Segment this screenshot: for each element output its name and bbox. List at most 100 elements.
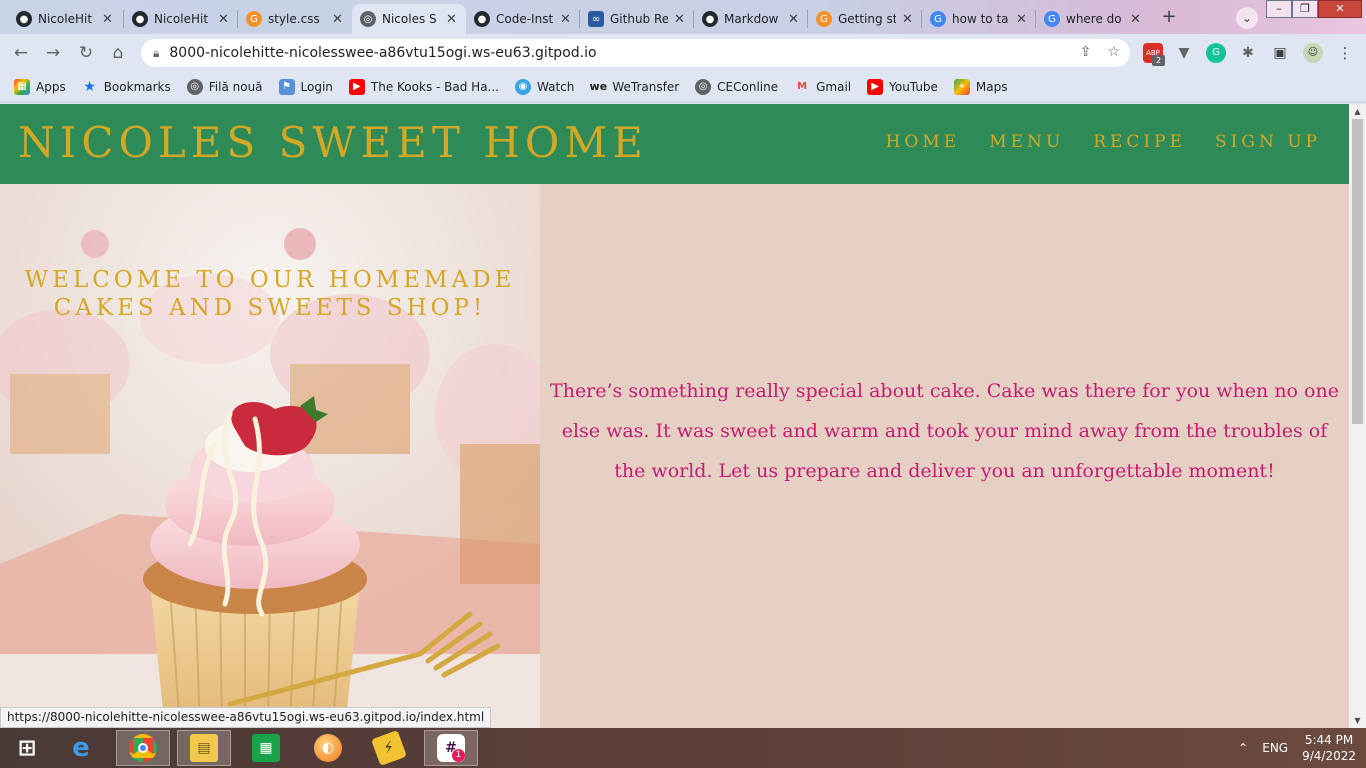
close-icon[interactable]: ✕ [902, 12, 914, 27]
taskbar-app[interactable]: ⚡ [362, 730, 416, 766]
bookmark-ceconline[interactable]: ◎ CEConline [695, 78, 778, 95]
lock-icon[interactable]: 🔒︎ [153, 46, 159, 61]
close-icon[interactable]: ✕ [1016, 12, 1028, 27]
restore-button[interactable]: ❐ [1292, 0, 1318, 18]
forward-button[interactable]: → [42, 42, 64, 64]
close-icon[interactable]: ✕ [102, 12, 114, 27]
globe-icon: ◎ [695, 78, 712, 95]
nav-sign-up-link[interactable]: SIGN UP [1215, 132, 1321, 152]
taskbar-media-player[interactable]: ◐ [301, 730, 355, 766]
address-bar[interactable]: 🔒︎ 8000-nicolehitte-nicolesswee-a86vtu15… [141, 39, 1130, 67]
tab[interactable]: ● Code-Inst ✕ [466, 4, 580, 34]
taskbar-chrome[interactable] [116, 730, 170, 766]
bookmark-watch[interactable]: ◉ Watch [515, 78, 574, 95]
close-icon[interactable]: ✕ [788, 12, 800, 27]
system-tray: ⌃ ENG 5:44 PM 9/4/2022 [1238, 732, 1356, 764]
tab-title: Github Re [610, 12, 668, 26]
tab-title: Getting st [838, 12, 896, 26]
store-icon: ▦ [252, 734, 280, 762]
bookmark-apps[interactable]: ▦ Apps [14, 78, 66, 95]
tab-active[interactable]: ◎ Nicoles S ✕ [352, 4, 466, 34]
bookmark-maps[interactable]: ⌖ Maps [953, 78, 1008, 95]
profile-avatar[interactable]: ☺ [1303, 43, 1323, 63]
tab[interactable]: G where do ✕ [1036, 4, 1150, 34]
bookmark-wetransfer[interactable]: we WeTransfer [590, 79, 680, 95]
extensions-puzzle-icon[interactable]: ✱ [1238, 43, 1258, 63]
bookmark-label: WeTransfer [612, 79, 680, 94]
nav-recipe-link[interactable]: RECIPE [1093, 132, 1186, 152]
nav-menu-link[interactable]: MENU [989, 132, 1064, 152]
tab[interactable]: ● Markdow ✕ [694, 4, 808, 34]
minimize-button[interactable]: – [1266, 0, 1292, 18]
scroll-up-arrow[interactable]: ▲ [1349, 104, 1366, 119]
link-status-bubble: https://8000-nicolehitte-nicolesswee-a86… [0, 707, 492, 728]
shield-extension-icon[interactable]: ▼ [1174, 43, 1194, 63]
bookmark-the-kooks[interactable]: ▶ The Kooks - Bad Ha... [348, 78, 499, 95]
github-icon: ● [474, 11, 490, 27]
bookmark-label: Gmail [816, 79, 852, 94]
windows-taskbar: ⊞ e ▤ ▦ ◐ ⚡ # 1 ⌃ ENG 5:44 PM 9/4/2022 [0, 728, 1366, 768]
close-icon[interactable]: ✕ [1130, 12, 1142, 27]
close-icon[interactable]: ✕ [674, 12, 686, 27]
tab-title: NicoleHit [154, 12, 209, 26]
app-icon: ⚡ [371, 730, 407, 766]
tab[interactable]: ● NicoleHit ✕ [124, 4, 238, 34]
bookmark-label: The Kooks - Bad Ha... [370, 79, 499, 94]
close-window-button[interactable]: ✕ [1318, 0, 1362, 18]
nav-home-link[interactable]: HOME [886, 132, 961, 152]
taskbar-file-explorer[interactable]: ▤ [177, 730, 231, 766]
close-icon[interactable]: ✕ [560, 12, 572, 27]
side-panel-icon[interactable]: ▣ [1270, 43, 1290, 63]
tab[interactable]: G Getting st ✕ [808, 4, 922, 34]
site-logo[interactable]: NICOLES SWEET HOME [18, 118, 648, 167]
tab[interactable]: G style.css ✕ [238, 4, 352, 34]
scrollbar-thumb[interactable] [1352, 119, 1363, 424]
close-icon[interactable]: ✕ [332, 12, 344, 27]
page-scrollbar[interactable]: ▲ ▼ [1349, 104, 1366, 728]
bookmarks-bar: ▦ Apps ★ Bookmarks ◎ Filă nouă ⚑ Login ▶ The … [0, 71, 1366, 103]
tab-title: Nicoles S [382, 12, 437, 26]
grammarly-icon[interactable]: G [1206, 43, 1226, 63]
tab-title: how to ta [952, 12, 1009, 26]
slack-badge: 1 [452, 749, 465, 762]
taskbar-slack[interactable]: # 1 [424, 730, 478, 766]
hero-cupcake-image: WELCOME TO OUR HOMEMADE CAKES AND SWEETS… [0, 184, 540, 728]
home-button[interactable]: ⌂ [107, 42, 129, 64]
chevron-up-icon[interactable]: ⌃ [1238, 741, 1248, 755]
start-button[interactable]: ⊞ [0, 730, 54, 766]
tab-search-button[interactable]: ⌄ [1236, 7, 1258, 29]
scroll-down-arrow[interactable]: ▼ [1349, 713, 1366, 728]
close-icon[interactable]: ✕ [218, 12, 230, 27]
close-icon[interactable]: ✕ [446, 12, 458, 27]
bookmark-fila-noua[interactable]: ◎ Filă nouă [186, 78, 263, 95]
tab-title: NicoleHit [38, 12, 93, 26]
bookmark-bookmarks[interactable]: ★ Bookmarks [82, 79, 171, 95]
menu-kebab-icon[interactable]: ⋮ [1335, 43, 1355, 63]
bookmark-label: Bookmarks [103, 79, 171, 94]
windows-start-icon: ⊞ [17, 735, 37, 761]
bookmark-gmail[interactable]: M Gmail [794, 79, 851, 95]
reload-button[interactable]: ↻ [75, 42, 97, 64]
bookmark-star-icon[interactable]: ☆ [1107, 44, 1120, 60]
bookmark-youtube[interactable]: ▶ YouTube [867, 78, 938, 95]
new-tab-button[interactable]: + [1157, 7, 1181, 29]
tab[interactable]: G how to ta ✕ [922, 4, 1036, 34]
share-icon[interactable]: ⇪ [1080, 44, 1092, 60]
tab[interactable]: ∞ Github Re ✕ [580, 4, 694, 34]
back-button[interactable]: ← [10, 42, 32, 64]
google-icon: G [1044, 11, 1060, 27]
taskbar-store[interactable]: ▦ [239, 730, 293, 766]
gitpod-icon: G [816, 11, 832, 27]
gitpod-icon: G [246, 11, 262, 27]
taskbar-internet-explorer[interactable]: e [54, 730, 108, 766]
browser-toolbar: ← → ↻ ⌂ 🔒︎ 8000-nicolehitte-nicolesswee-… [0, 34, 1366, 71]
intro-section: There’s something really special about c… [540, 184, 1349, 728]
tab[interactable]: ● NicoleHit ✕ [8, 4, 122, 34]
language-indicator[interactable]: ENG [1262, 741, 1288, 755]
bookmark-label: Maps [975, 79, 1008, 94]
watch-icon: ◉ [515, 78, 531, 95]
bookmark-login[interactable]: ⚑ Login [278, 78, 333, 95]
site-nav: HOME MENU RECIPE SIGN UP [886, 132, 1321, 152]
google-icon: G [930, 11, 946, 27]
clock[interactable]: 5:44 PM 9/4/2022 [1302, 732, 1356, 764]
